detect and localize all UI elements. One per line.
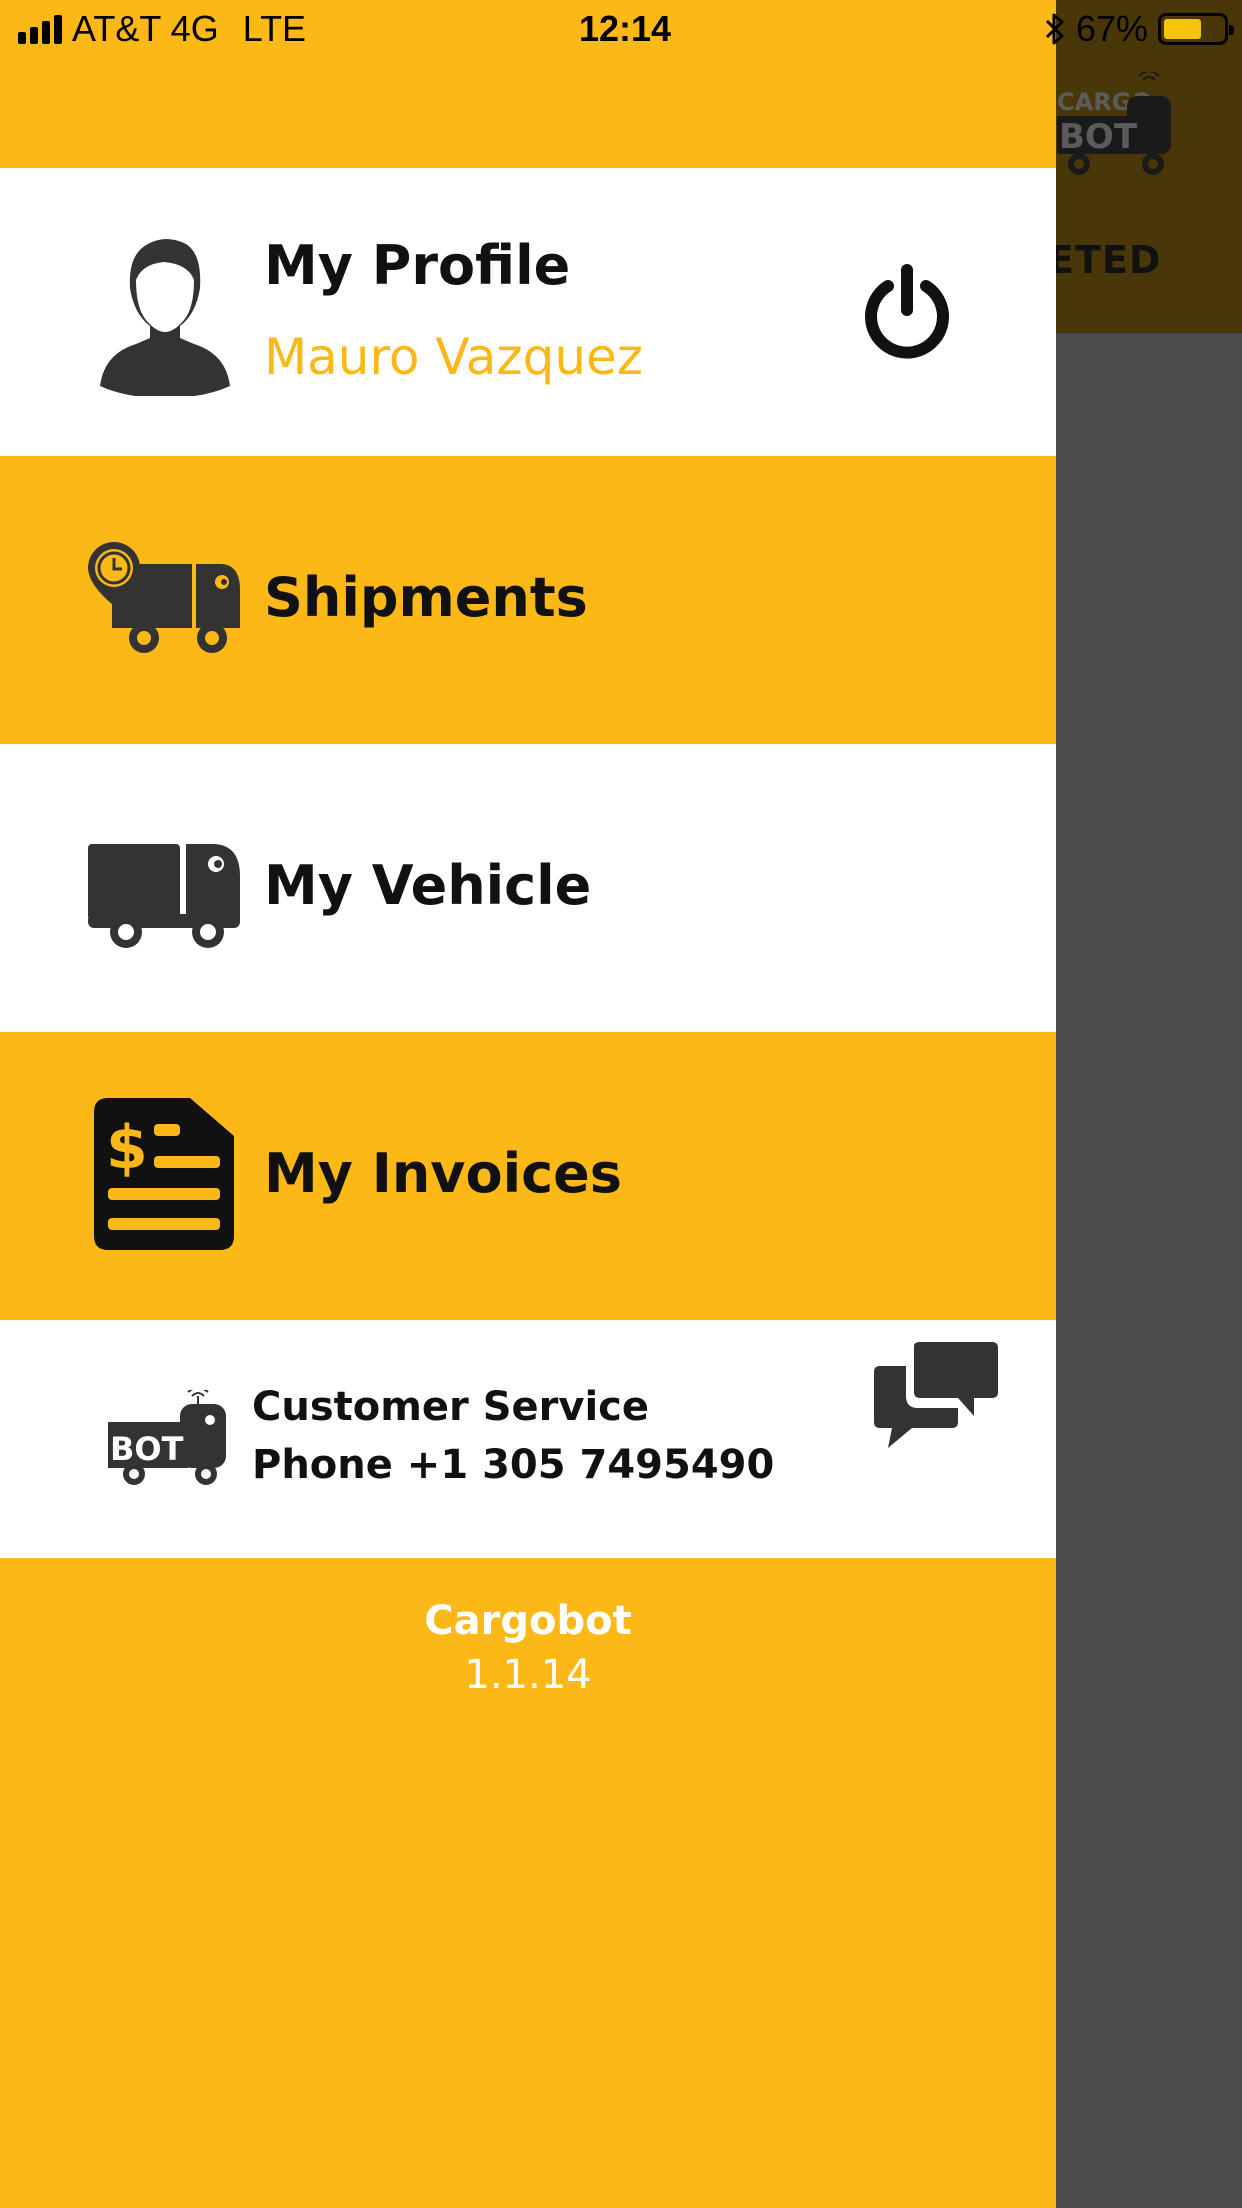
profile-row[interactable]: My Profile Mauro Vazquez xyxy=(0,168,1056,456)
customer-service-row[interactable]: BOT Customer Service Phone +1 305 749549… xyxy=(0,1320,1056,1558)
app-footer: Cargobot 1.1.14 xyxy=(0,1598,1056,1698)
svg-text:$: $ xyxy=(106,1113,148,1183)
status-right: 67% xyxy=(1044,8,1234,50)
battery-icon xyxy=(1158,13,1234,45)
chat-icon[interactable] xyxy=(874,1342,998,1450)
app-name: Cargobot xyxy=(424,1598,632,1644)
my-vehicle-label: My Vehicle xyxy=(264,854,592,917)
power-icon[interactable] xyxy=(862,264,952,360)
battery-tip xyxy=(1229,25,1234,35)
navigation-drawer: My Profile Mauro Vazquez Shipments My Ve… xyxy=(0,0,1056,2208)
battery-fill xyxy=(1164,19,1201,39)
svg-text:BOT: BOT xyxy=(1059,117,1138,157)
bluetooth-icon xyxy=(1045,13,1064,45)
profile-name: Mauro Vazquez xyxy=(264,328,644,386)
profile-title: My Profile xyxy=(264,234,571,297)
truck-clock-icon xyxy=(88,542,240,653)
user-avatar-icon xyxy=(100,239,230,396)
truck-icon xyxy=(88,844,240,948)
app-version: 1.1.14 xyxy=(464,1652,592,1698)
background-tab-label: ETED xyxy=(1048,238,1162,282)
status-bar: AT&T 4G LTE 12:14 67% xyxy=(0,0,1242,62)
invoice-icon: $ xyxy=(94,1098,234,1250)
cargobot-logo-icon: BOT xyxy=(108,1390,226,1485)
svg-text:BOT: BOT xyxy=(110,1430,184,1468)
cargobot-logo-icon: CARGO BOT xyxy=(1057,72,1171,175)
customer-service-label: Customer Service xyxy=(252,1384,649,1430)
customer-service-phone[interactable]: Phone +1 305 7495490 xyxy=(252,1442,774,1488)
my-invoices-label: My Invoices xyxy=(264,1142,622,1205)
menu-item-shipments[interactable]: Shipments xyxy=(0,456,1056,744)
battery-percent: 67% xyxy=(1075,8,1148,49)
menu-item-my-vehicle[interactable]: My Vehicle xyxy=(0,744,1056,1032)
shipments-label: Shipments xyxy=(264,566,588,629)
menu-item-my-invoices[interactable]: $ My Invoices xyxy=(0,1032,1056,1320)
